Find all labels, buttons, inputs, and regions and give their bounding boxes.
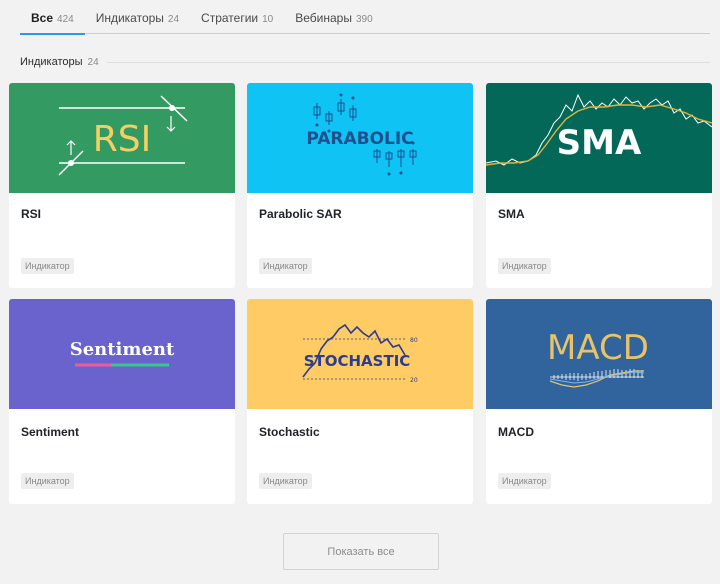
banner-text: PARABOLIC <box>306 129 413 149</box>
tab-label: Стратегии <box>201 11 259 25</box>
tab-webinars[interactable]: Вебинары 390 <box>284 0 383 34</box>
card-rsi[interactable]: RSI RSI Индикатор <box>9 83 235 288</box>
card-tag: Индикатор <box>498 473 551 489</box>
card-banner: MACD <box>486 299 712 409</box>
banner-text: STOCHASTIC <box>304 352 411 370</box>
banner-text: SMA <box>557 123 642 163</box>
card-title: RSI <box>21 207 42 221</box>
card-banner: PARABOLIC <box>247 83 473 193</box>
svg-text:20: 20 <box>410 377 418 384</box>
card-banner: SMA <box>486 83 712 193</box>
tab-label: Все <box>31 11 54 25</box>
tab-count: 24 <box>167 14 180 25</box>
tabs-bar: Все 424 Индикаторы 24 Стратегии 10 Вебинары… <box>20 0 710 35</box>
tab-count: 10 <box>262 14 274 25</box>
stochastic-banner-image: 80 20 STOCHASTIC <box>247 299 473 409</box>
sma-banner-image: SMA <box>486 83 712 193</box>
tab-label: Индикаторы <box>95 11 164 25</box>
tab-count: 390 <box>355 14 373 25</box>
card-sma[interactable]: SMA SMA Индикатор <box>486 83 712 288</box>
sentiment-banner-image: Sentiment <box>9 299 235 409</box>
section-header: Индикаторы 24 <box>20 56 710 68</box>
card-tag: Индикатор <box>21 473 74 489</box>
section-count: 24 <box>87 56 99 68</box>
card-title: MACD <box>498 425 534 439</box>
card-banner: 80 20 STOCHASTIC <box>247 299 473 409</box>
card-stochastic[interactable]: 80 20 STOCHASTIC Stochastic Индикатор <box>247 299 473 504</box>
card-banner: RSI <box>9 83 235 193</box>
show-all-button[interactable]: Показать все <box>283 533 439 570</box>
card-title: Stochastic <box>259 425 320 439</box>
card-sentiment[interactable]: Sentiment Sentiment Индикатор <box>9 299 235 504</box>
card-banner: Sentiment <box>9 299 235 409</box>
tab-indicators[interactable]: Индикаторы 24 <box>85 0 190 34</box>
card-title: SMA <box>498 207 525 221</box>
card-tag: Индикатор <box>21 258 74 274</box>
banner-text: Sentiment <box>70 339 175 360</box>
card-macd[interactable]: MACD MACD Индикатор <box>486 299 712 504</box>
section-title: Индикаторы <box>20 56 83 68</box>
macd-banner-image: MACD <box>486 299 712 409</box>
svg-text:80: 80 <box>410 337 418 344</box>
card-title: Parabolic SAR <box>259 207 342 221</box>
card-tag: Индикатор <box>259 258 312 274</box>
tab-strategies[interactable]: Стратегии 10 <box>190 0 284 34</box>
parabolic-banner-image: PARABOLIC <box>247 83 473 193</box>
tab-count: 424 <box>57 14 74 25</box>
section-divider <box>106 61 710 63</box>
card-tag: Индикатор <box>259 473 312 489</box>
tab-label: Вебинары <box>295 11 352 25</box>
card-title: Sentiment <box>21 425 80 439</box>
tab-all[interactable]: Все 424 <box>20 0 85 35</box>
banner-text: RSI <box>93 119 151 160</box>
banner-text: MACD <box>547 328 649 368</box>
card-tag: Индикатор <box>498 258 551 274</box>
rsi-banner-image: RSI <box>9 83 235 193</box>
card-parabolic-sar[interactable]: PARABOLIC Parabolic SAR Индикатор <box>247 83 473 288</box>
